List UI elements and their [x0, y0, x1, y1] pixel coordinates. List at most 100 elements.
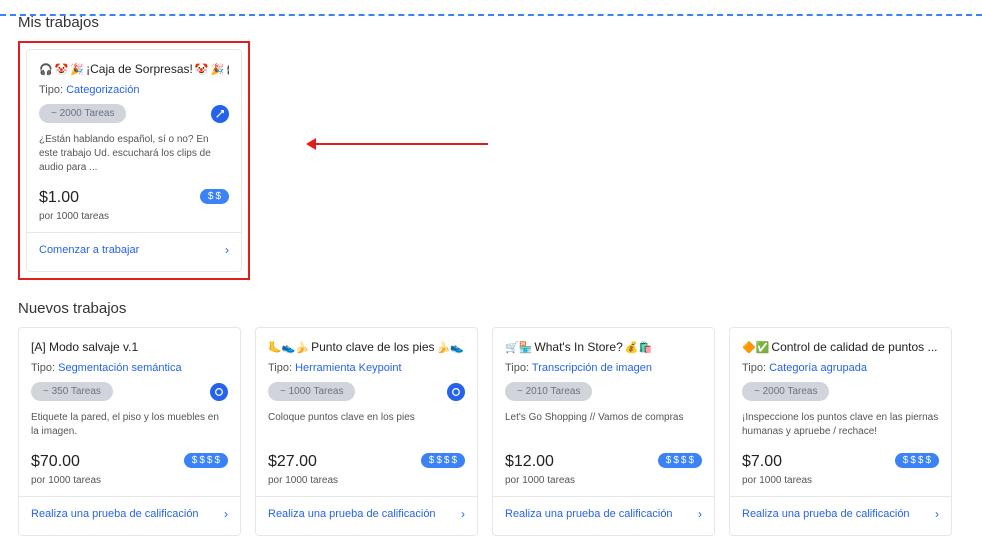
qualify-label: Realiza una prueba de calificación [31, 508, 199, 520]
type-row: Tipo: Transcripción de imagen [505, 362, 702, 374]
new-job-card: 🛒🏪 What's In Store? 💰🛍️ Tipo: Transcripci… [492, 327, 715, 536]
type-link[interactable]: Herramienta Keypoint [295, 362, 401, 374]
start-work-label: Comenzar a trabajar [39, 244, 139, 256]
task-pill: ~ 2010 Tareas [505, 382, 592, 401]
section-new-jobs-title: Nuevos trabajos [18, 300, 964, 317]
task-pill: ~ 2000 Tareas [742, 382, 829, 401]
price-badge: $$$$ [895, 453, 939, 468]
qualify-label: Realiza una prueba de calificación [505, 508, 673, 520]
price-badge: $$$$ [658, 453, 702, 468]
card-price: $12.00 [505, 453, 554, 471]
card-title-text: Control de calidad de puntos ... [771, 340, 937, 354]
featured-card: 🎧 🤡 🎉 ¡Caja de Sorpresas! 🤡 🎉 🎧 Tipo: Ca… [26, 49, 242, 272]
title-emoji: 🍌👟 [437, 341, 464, 354]
per-label: por 1000 tareas [31, 475, 228, 486]
featured-start-button[interactable]: Comenzar a trabajar › [27, 232, 241, 259]
chevron-right-icon: › [461, 507, 465, 521]
type-label: Tipo: [39, 84, 63, 96]
qualify-button[interactable]: Realiza una prueba de calificación › [493, 496, 714, 523]
type-link[interactable]: Segmentación semántica [58, 362, 182, 374]
price-badge: $$$$ [421, 453, 465, 468]
card-title: [A] Modo salvaje v.1 [31, 340, 228, 354]
headphones-icon: 🎧 [226, 63, 229, 76]
card-title-text: What's In Store? [534, 340, 622, 354]
chevron-right-icon: › [698, 507, 702, 521]
new-job-card: 🦶👟🍌 Punto clave de los pies 🍌👟 Tipo: Herr… [255, 327, 478, 536]
per-label: por 1000 tareas [742, 475, 939, 486]
per-label: por 1000 tareas [268, 475, 465, 486]
card-title-text: [A] Modo salvaje v.1 [31, 340, 138, 354]
type-row: Tipo: Herramienta Keypoint [268, 362, 465, 374]
per-label: por 1000 tareas [505, 475, 702, 486]
card-price: $27.00 [268, 453, 317, 471]
featured-task-pill: ~ 2000 Tareas [39, 104, 126, 123]
clown-icon: 🤡 [195, 63, 209, 76]
card-title: 🛒🏪 What's In Store? 💰🛍️ [505, 340, 702, 354]
card-price: $7.00 [742, 453, 782, 471]
clown-icon: 🤡 [55, 63, 69, 76]
card-title-text: Punto clave de los pies [311, 340, 434, 354]
featured-per: por 1000 tareas [39, 211, 229, 222]
featured-price-badge: $$ [200, 189, 229, 204]
card-desc: Let's Go Shopping // Vamos de compras [505, 411, 702, 439]
qualify-button[interactable]: Realiza una prueba de calificación › [256, 496, 477, 523]
card-desc: Etiquete la pared, el piso y los muebles… [31, 411, 228, 439]
task-pill: ~ 350 Tareas [31, 382, 113, 401]
card-price: $70.00 [31, 453, 80, 471]
headphones-icon: 🎧 [39, 63, 53, 76]
featured-type-link[interactable]: Categorización [66, 84, 139, 96]
price-row: $27.00 $$$$ [268, 453, 465, 471]
highlight-box: 🎧 🤡 🎉 ¡Caja de Sorpresas! 🤡 🎉 🎧 Tipo: Ca… [18, 41, 250, 280]
title-emoji: 🛒🏪 [505, 341, 532, 354]
task-pill: ~ 1000 Tareas [268, 382, 355, 401]
title-emoji: 💰🛍️ [625, 341, 652, 354]
card-desc: Coloque puntos clave en los pies [268, 411, 465, 439]
tool-icon [211, 105, 229, 123]
card-title: 🦶👟🍌 Punto clave de los pies 🍌👟 [268, 340, 465, 354]
featured-type-row: Tipo: Categorización [39, 84, 229, 96]
featured-title-text: ¡Caja de Sorpresas! [86, 62, 193, 76]
price-row: $12.00 $$$$ [505, 453, 702, 471]
tool-icon [447, 383, 465, 401]
featured-price-row: $1.00 $$ [39, 189, 229, 207]
type-label: Tipo: [31, 362, 58, 374]
qualify-button[interactable]: Realiza una prueba de calificación › [730, 496, 951, 523]
qualify-label: Realiza una prueba de calificación [268, 508, 436, 520]
card-desc: ¡Inspeccione los puntos clave en las pie… [742, 411, 939, 439]
pill-row: ~ 1000 Tareas [268, 382, 465, 401]
type-link[interactable]: Categoría agrupada [769, 362, 867, 374]
type-label: Tipo: [505, 362, 532, 374]
tool-icon [210, 383, 228, 401]
featured-card-title: 🎧 🤡 🎉 ¡Caja de Sorpresas! 🤡 🎉 🎧 [39, 62, 229, 76]
type-row: Tipo: Categoría agrupada [742, 362, 939, 374]
type-link[interactable]: Transcripción de imagen [532, 362, 652, 374]
price-row: $7.00 $$$$ [742, 453, 939, 471]
pill-row: ~ 2000 Tareas [742, 382, 939, 401]
title-emoji: 🦶👟🍌 [268, 341, 309, 354]
featured-desc: ¿Están hablando español, sí o no? En est… [39, 133, 229, 175]
type-label: Tipo: [742, 362, 769, 374]
new-jobs-grid: [A] Modo salvaje v.1 Tipo: Segmentación s… [18, 327, 964, 536]
type-label: Tipo: [268, 362, 295, 374]
chevron-right-icon: › [225, 243, 229, 257]
pill-row: ~ 350 Tareas [31, 382, 228, 401]
party-icon: 🎉 [70, 63, 84, 76]
section-my-jobs-title: Mis trabajos [18, 14, 964, 31]
new-job-card: [A] Modo salvaje v.1 Tipo: Segmentación s… [18, 327, 241, 536]
annotation-arrow [308, 143, 488, 145]
pill-row: ~ 2010 Tareas [505, 382, 702, 401]
type-row: Tipo: Segmentación semántica [31, 362, 228, 374]
new-job-card: 🔶✅ Control de calidad de puntos ...Tipo:… [729, 327, 952, 536]
price-badge: $$$$ [184, 453, 228, 468]
featured-price: $1.00 [39, 189, 79, 207]
card-title: 🔶✅ Control de calidad de puntos ... [742, 340, 939, 354]
price-row: $70.00 $$$$ [31, 453, 228, 471]
title-emoji: 🔶✅ [742, 341, 769, 354]
chevron-right-icon: › [224, 507, 228, 521]
party-icon: 🎉 [211, 63, 225, 76]
chevron-right-icon: › [935, 507, 939, 521]
qualify-label: Realiza una prueba de calificación [742, 508, 910, 520]
qualify-button[interactable]: Realiza una prueba de calificación › [19, 496, 240, 523]
dashed-divider [0, 14, 982, 16]
featured-pill-row: ~ 2000 Tareas [39, 104, 229, 123]
